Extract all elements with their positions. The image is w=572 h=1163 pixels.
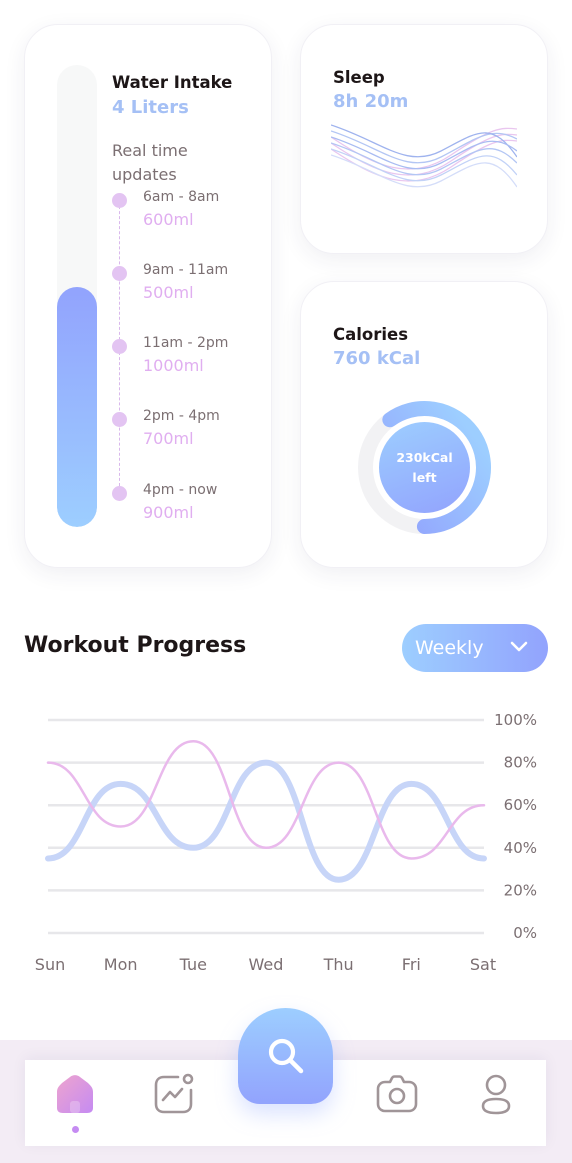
timeline-amount: 1000ml — [143, 356, 204, 375]
timeline-item: 11am - 2pm 1000ml — [112, 335, 262, 383]
x-tick-label: Sun — [35, 955, 65, 974]
x-tick-label: Mon — [104, 955, 138, 974]
x-tick-label: Sat — [470, 955, 496, 974]
sleep-value: 8h 20m — [333, 91, 409, 112]
period-dropdown[interactable]: Weekly — [402, 624, 548, 672]
timeline-time: 9am - 11am — [143, 262, 229, 278]
x-tick-label: Wed — [249, 955, 284, 974]
home-icon — [57, 1075, 93, 1113]
y-tick-label: 40% — [504, 839, 537, 857]
timeline-item: 9am - 11am 500ml — [112, 262, 262, 310]
timeline-item: 2pm - 4pm 700ml — [112, 408, 262, 456]
workout-progress-chart: 100% 80% 60% 40% 20% 0% Sun Mon Tue Wed Thu Fri Sat — [35, 711, 537, 974]
y-tick-label: 20% — [504, 881, 537, 899]
calories-left-label: 230kCal left — [379, 422, 470, 513]
sleep-title: Sleep — [333, 68, 385, 87]
y-tick-label: 100% — [494, 711, 537, 729]
timeline-time: 4pm - now — [143, 482, 218, 498]
workout-progress-title: Workout Progress — [24, 633, 247, 658]
timeline-dot — [112, 193, 127, 208]
timeline-amount: 600ml — [143, 210, 194, 229]
timeline-item: 6am - 8am 600ml — [112, 189, 262, 237]
timeline-amount: 500ml — [143, 283, 194, 302]
x-tick-label: Fri — [402, 955, 421, 974]
nav-activity-button[interactable] — [152, 1072, 196, 1116]
timeline-item: 4pm - now 900ml — [112, 482, 262, 530]
sleep-wave-graph — [331, 124, 517, 188]
nav-search-button[interactable] — [238, 1008, 333, 1104]
water-progress-fill — [57, 286, 97, 527]
nav-camera-button[interactable] — [375, 1072, 419, 1116]
search-icon — [268, 1038, 303, 1074]
nav-home-button[interactable] — [53, 1072, 97, 1116]
series-line-2 — [46, 740, 486, 860]
timeline-dot — [112, 339, 127, 354]
sleep-card[interactable]: Sleep 8h 20m — [300, 24, 548, 254]
y-tick-label: 60% — [504, 796, 537, 814]
timeline-amount: 700ml — [143, 429, 194, 448]
x-tick-label: Tue — [179, 955, 207, 974]
activity-icon — [154, 1073, 194, 1114]
calories-ring: 230kCal left — [356, 399, 493, 536]
nav-profile-button[interactable] — [474, 1072, 518, 1116]
water-intake-value: 4 Liters — [112, 97, 189, 118]
water-progress-bar — [57, 65, 97, 527]
timeline-time: 2pm - 4pm — [143, 408, 220, 424]
timeline-time: 11am - 2pm — [143, 335, 229, 351]
series-line-1 — [45, 759, 487, 883]
chevron-down-icon — [510, 641, 528, 652]
water-intake-title: Water Intake — [112, 73, 233, 92]
period-dropdown-label: Weekly — [415, 637, 484, 659]
y-tick-label: 0% — [513, 924, 537, 942]
calories-title: Calories — [333, 325, 409, 344]
water-intake-card[interactable]: Water Intake 4 Liters Real time updates … — [24, 24, 272, 568]
timeline-dot — [112, 486, 127, 501]
nav-active-indicator — [72, 1126, 79, 1133]
camera-icon — [376, 1075, 418, 1113]
calories-card[interactable]: Calories 760 kCal 230kCal left — [300, 281, 548, 568]
profile-icon — [481, 1074, 511, 1115]
calories-value: 760 kCal — [333, 348, 421, 369]
timeline-dot — [112, 266, 127, 281]
y-tick-label: 80% — [504, 754, 537, 772]
timeline-amount: 900ml — [143, 503, 194, 522]
x-tick-label: Thu — [323, 955, 354, 974]
realtime-updates-label: Real time updates — [112, 141, 188, 184]
timeline-time: 6am - 8am — [143, 189, 220, 205]
timeline-dot — [112, 412, 127, 427]
